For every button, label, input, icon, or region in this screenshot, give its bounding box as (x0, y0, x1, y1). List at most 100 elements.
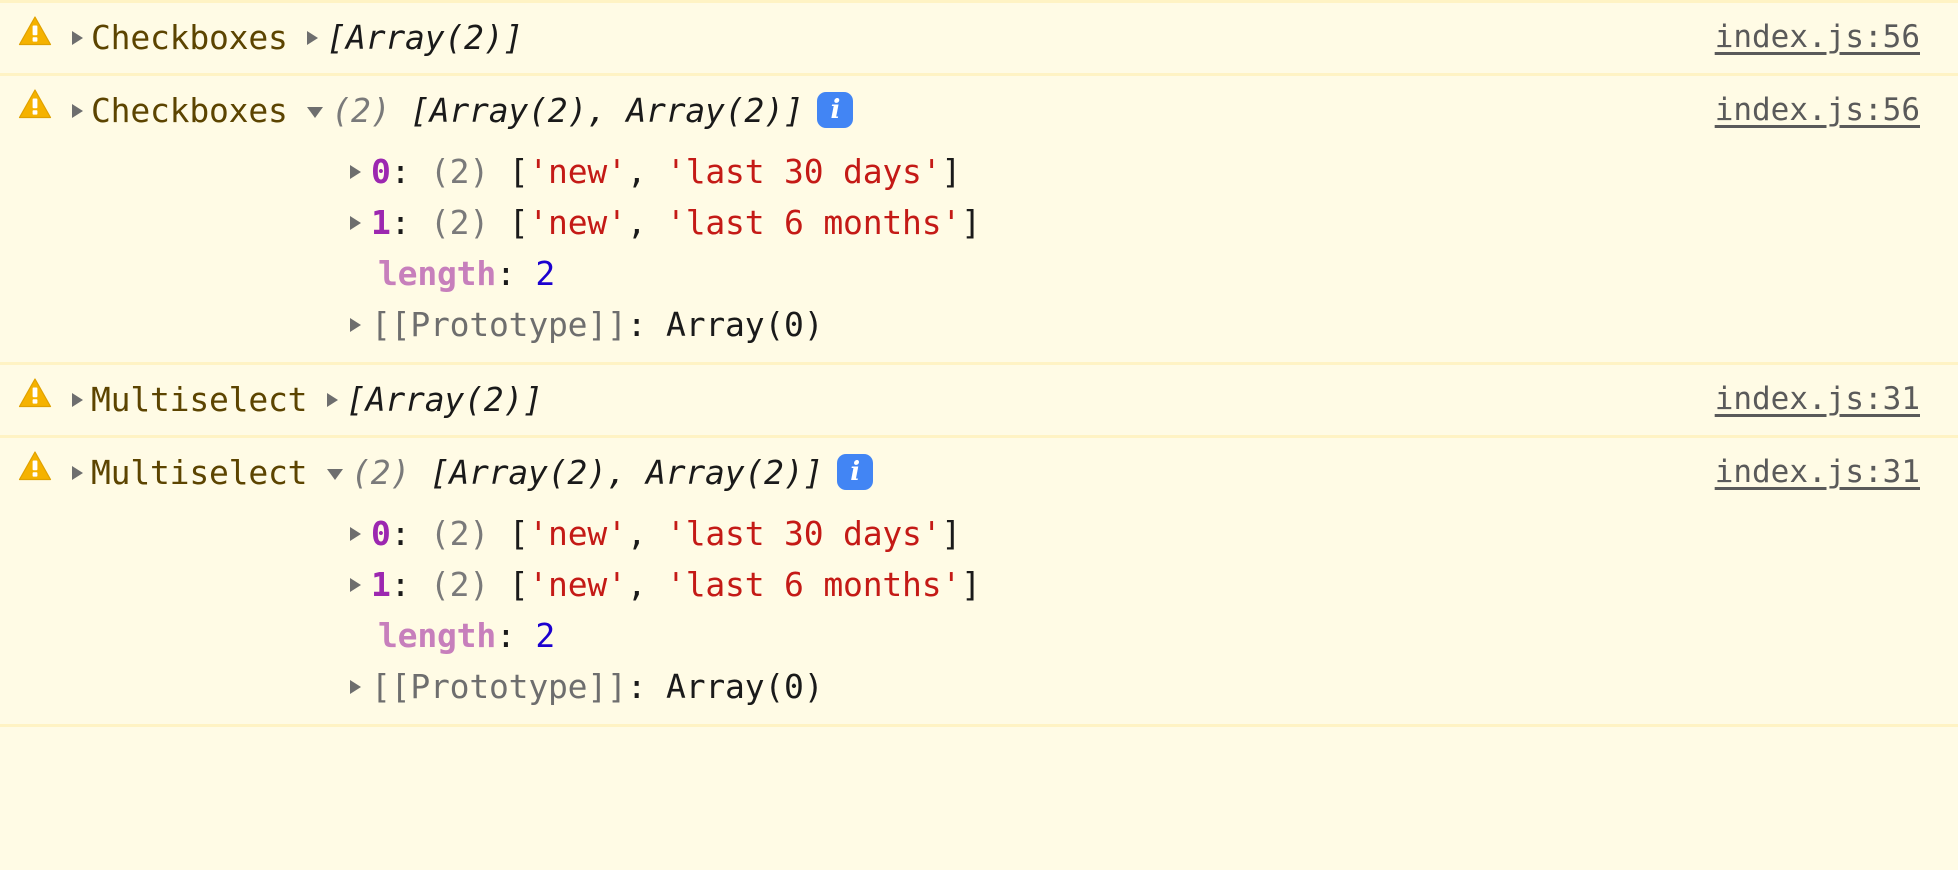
warning-triangle-icon (18, 14, 52, 48)
chevron-right-icon[interactable] (72, 30, 83, 45)
bracket-open: [ (508, 514, 529, 553)
colon-separator: : (496, 254, 536, 293)
comma-separator: , (626, 514, 667, 553)
object-tree-row[interactable]: [[Prototype]]: Array(0) (0, 661, 1958, 712)
string-value: 'new' (528, 152, 627, 191)
console-message-warning[interactable]: Multiselect (2) [Array(2), Array(2)] i in… (0, 438, 1958, 727)
console-message-label: Checkboxes (91, 91, 288, 130)
bracket-open: [ (508, 203, 529, 242)
console-message-header[interactable]: Multiselect (2) [Array(2), Array(2)] i in… (0, 438, 1958, 508)
array-preview: [Array(2), Array(2)] (410, 91, 804, 130)
string-value: 'new' (528, 514, 627, 553)
source-location-link[interactable]: index.js:56 (1715, 17, 1920, 57)
colon-separator: : (390, 565, 431, 604)
source-location-link[interactable]: index.js:56 (1715, 90, 1920, 130)
console-message-label: Checkboxes (91, 18, 288, 57)
comma-separator: , (626, 152, 667, 191)
comma-separator: , (626, 203, 667, 242)
string-value: 'new' (528, 203, 627, 242)
bracket-close: ] (941, 514, 962, 553)
object-tree-row[interactable]: [[Prototype]]: Array(0) (0, 299, 1958, 350)
chevron-right-icon[interactable] (350, 526, 361, 541)
console-message-header[interactable]: Checkboxes [Array(2)] index.js:56 (0, 3, 1958, 73)
object-value: Array(0) (666, 305, 824, 344)
array-length-badge: (2) (430, 203, 509, 242)
chevron-right-icon[interactable] (72, 103, 83, 118)
console-message-header[interactable]: Multiselect [Array(2)] index.js:31 (0, 365, 1958, 435)
comma-separator: , (626, 565, 667, 604)
source-location-link[interactable]: index.js:31 (1715, 452, 1920, 492)
array-index-key: 0 (371, 152, 391, 191)
colon-separator: : (390, 203, 431, 242)
chevron-right-icon[interactable] (350, 215, 361, 230)
array-length-badge: (2) (331, 91, 411, 130)
chevron-right-icon[interactable] (350, 679, 361, 694)
string-value: 'last 6 months' (666, 203, 962, 242)
array-preview: [Array(2)] (326, 18, 524, 57)
console-message-line: Checkboxes (2) [Array(2), Array(2)] i (72, 85, 1958, 136)
console-log-panel[interactable]: Checkboxes [Array(2)] index.js:56 Checkb… (0, 0, 1958, 727)
chevron-right-icon[interactable] (327, 392, 339, 407)
array-length-badge: (2) (430, 514, 509, 553)
console-message-label: Multiselect (91, 453, 308, 492)
chevron-right-icon[interactable] (350, 317, 361, 332)
bracket-close: ] (941, 152, 962, 191)
chevron-right-icon[interactable] (307, 30, 319, 45)
bracket-open: [ (508, 152, 529, 191)
console-message-line: Multiselect (2) [Array(2), Array(2)] i (72, 447, 1958, 498)
warning-triangle-icon (18, 376, 52, 410)
object-tree-row[interactable]: 1: (2) ['new', 'last 6 months'] (0, 559, 1958, 610)
array-length-badge: (2) (351, 453, 430, 492)
array-preview: [Array(2)] (346, 380, 543, 419)
array-length-badge: (2) (430, 152, 509, 191)
chevron-right-icon[interactable] (350, 577, 361, 592)
string-value: 'last 30 days' (666, 514, 942, 553)
internal-property-name: [[Prototype]] (371, 667, 627, 706)
colon-separator: : (626, 667, 667, 706)
object-tree-row[interactable]: length: 2 (0, 610, 1958, 661)
array-length-badge: (2) (430, 565, 509, 604)
console-message-warning[interactable]: Checkboxes (2) [Array(2), Array(2)] i ind… (0, 76, 1958, 365)
internal-property-name: [[Prototype]] (371, 305, 627, 344)
chevron-down-icon[interactable] (307, 107, 324, 118)
colon-separator: : (626, 305, 667, 344)
source-location-link[interactable]: index.js:31 (1715, 379, 1920, 419)
console-message-body: Multiselect [Array(2)] (52, 374, 1958, 425)
property-name: length (378, 254, 497, 293)
object-value: Array(0) (666, 667, 824, 706)
array-index-key: 1 (371, 203, 391, 242)
console-message-warning[interactable]: Multiselect [Array(2)] index.js:31 (0, 365, 1958, 438)
string-value: 'new' (528, 565, 627, 604)
object-tree-row[interactable]: length: 2 (0, 248, 1958, 299)
chevron-right-icon[interactable] (72, 465, 83, 480)
colon-separator: : (390, 152, 431, 191)
object-tree-row[interactable]: 1: (2) ['new', 'last 6 months'] (0, 197, 1958, 248)
number-value: 2 (535, 616, 556, 655)
console-message-header[interactable]: Checkboxes (2) [Array(2), Array(2)] i ind… (0, 76, 1958, 146)
array-index-key: 1 (371, 565, 391, 604)
property-name: length (378, 616, 497, 655)
object-tree-row[interactable]: 0: (2) ['new', 'last 30 days'] (0, 146, 1958, 197)
console-message-body: Checkboxes (2) [Array(2), Array(2)] i (52, 85, 1958, 136)
colon-separator: : (390, 514, 431, 553)
string-value: 'last 30 days' (666, 152, 942, 191)
console-message-label: Multiselect (91, 380, 308, 419)
chevron-right-icon[interactable] (350, 164, 361, 179)
warning-triangle-icon (18, 449, 52, 483)
object-tree[interactable]: 0: (2) ['new', 'last 30 days'] 1: (2) ['n… (0, 508, 1958, 724)
console-message-body: Multiselect (2) [Array(2), Array(2)] i (52, 447, 1958, 498)
info-badge-icon[interactable]: i (817, 91, 854, 128)
info-badge-icon[interactable]: i (837, 453, 874, 490)
number-value: 2 (535, 254, 556, 293)
object-tree[interactable]: 0: (2) ['new', 'last 30 days'] 1: (2) ['n… (0, 146, 1958, 362)
bracket-open: [ (508, 565, 529, 604)
bracket-close: ] (961, 203, 981, 242)
chevron-down-icon[interactable] (327, 469, 344, 480)
object-tree-row[interactable]: 0: (2) ['new', 'last 30 days'] (0, 508, 1958, 559)
warning-triangle-icon (18, 87, 52, 121)
string-value: 'last 6 months' (666, 565, 962, 604)
array-preview: [Array(2), Array(2)] (429, 453, 824, 492)
console-message-warning[interactable]: Checkboxes [Array(2)] index.js:56 (0, 3, 1958, 76)
console-message-line: Multiselect [Array(2)] (72, 374, 1958, 425)
chevron-right-icon[interactable] (72, 392, 83, 407)
